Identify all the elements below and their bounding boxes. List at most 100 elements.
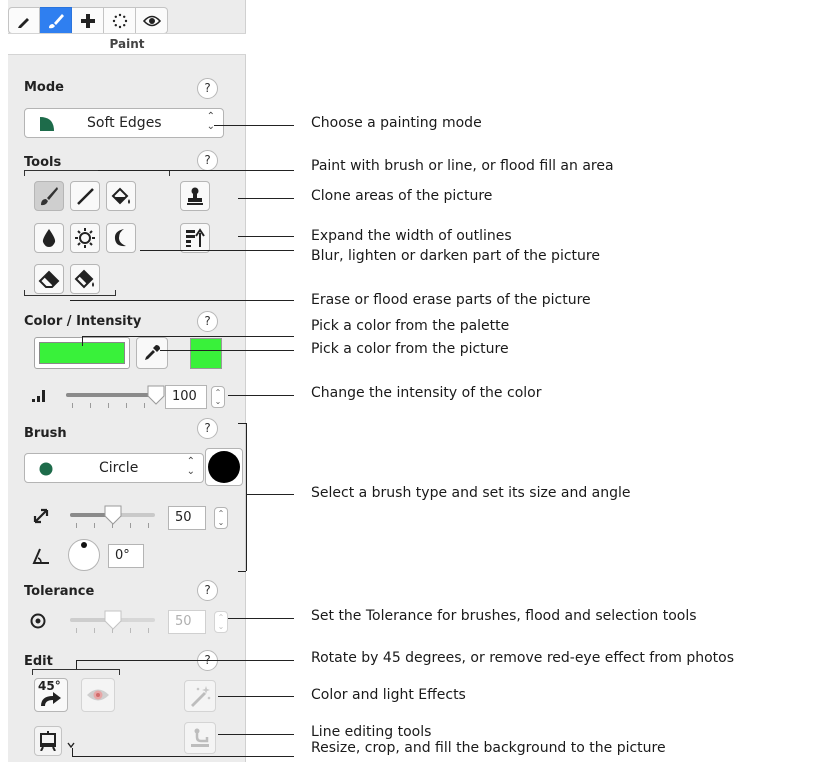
angle-dial-indicator	[81, 542, 87, 548]
callout-line-tolerance	[228, 618, 294, 619]
tools-heading: Tools	[24, 155, 62, 170]
background-tools-button[interactable]	[34, 726, 62, 756]
easel-icon	[40, 731, 56, 751]
brush-bracket-bottom	[238, 571, 246, 572]
expand-outline-button[interactable]	[180, 223, 210, 253]
paint-brush-icon	[41, 187, 58, 206]
paint-bucket-icon	[111, 187, 130, 205]
tolerance-heading: Tolerance	[24, 584, 95, 599]
brush-size-stepper[interactable]: ⌃ ⌄	[214, 507, 228, 529]
intensity-stepper[interactable]: ⌃ ⌄	[211, 386, 225, 408]
tab-draw[interactable]	[8, 7, 40, 34]
callout-blur: Blur, lighten or darken part of the pict…	[311, 248, 600, 264]
callout-line-brush-tools	[98, 170, 294, 171]
expand-outline-icon	[186, 228, 205, 247]
rotate-45-button[interactable]: 45°	[34, 678, 68, 712]
callout-line-picker	[160, 350, 294, 351]
callout-line-blur	[140, 250, 294, 251]
dropdown-chevron-icon[interactable]	[67, 742, 75, 748]
callout-intensity: Change the intensity of the color	[311, 385, 542, 401]
clone-tool-button[interactable]	[180, 181, 210, 211]
flood-fill-button[interactable]	[106, 181, 136, 211]
eye-icon	[142, 15, 161, 26]
brush-type-value: Circle	[99, 460, 139, 476]
magic-wand-icon	[191, 686, 211, 707]
tab-select[interactable]	[104, 7, 136, 34]
paint-brush-icon	[48, 13, 64, 28]
mode-help-button[interactable]: ?	[197, 78, 218, 99]
tools-help-button[interactable]: ?	[197, 150, 218, 171]
callout-tick-palette	[82, 336, 83, 346]
brush-help-button[interactable]: ?	[197, 418, 218, 439]
callout-line-resize	[72, 756, 294, 757]
color-help-button[interactable]: ?	[197, 311, 218, 332]
tool-tab-bar	[8, 7, 168, 34]
brush-preview[interactable]	[205, 448, 243, 486]
color-heading: Color / Intensity	[24, 314, 142, 329]
select-arrows-icon: ⌃ ⌄	[186, 456, 195, 477]
callout-picker: Pick a color from the picture	[311, 341, 509, 357]
flood-erase-button[interactable]	[70, 264, 100, 294]
plus-icon	[80, 13, 95, 28]
line-editing-button[interactable]	[184, 722, 216, 754]
line-icon	[77, 188, 94, 205]
tolerance-help-button[interactable]: ?	[197, 580, 218, 601]
pencil-icon	[18, 17, 29, 28]
line-tool-button[interactable]	[70, 181, 100, 211]
callout-brush-tools: Paint with brush or line, or flood fill …	[311, 158, 614, 174]
mode-value: Soft Edges	[87, 115, 162, 131]
brush-size-slider-thumb[interactable]	[104, 505, 122, 525]
intensity-slider-thumb[interactable]	[147, 385, 165, 405]
stamp-icon	[187, 187, 203, 205]
line-editing-icon	[191, 728, 209, 747]
soft-edges-icon	[40, 117, 54, 131]
select-arrows-icon: ⌃ ⌄	[206, 111, 215, 132]
red-eye-icon	[87, 689, 109, 701]
callout-line-rotate	[76, 660, 294, 661]
resize-arrow-icon	[33, 508, 49, 524]
lighten-tool-button[interactable]	[70, 223, 100, 253]
color-picker-button[interactable]	[136, 337, 168, 369]
blur-tool-button[interactable]	[34, 223, 64, 253]
brush-bracket-side	[246, 423, 247, 571]
erase-tool-button[interactable]	[34, 264, 64, 294]
brush-heading: Brush	[24, 426, 67, 441]
brush-type-select[interactable]: Circle ⌃ ⌄	[24, 453, 204, 483]
panel-title: Paint	[8, 33, 246, 55]
signal-bars-icon	[32, 390, 45, 402]
mode-heading: Mode	[24, 80, 64, 95]
mode-select[interactable]: Soft Edges ⌃ ⌄	[24, 108, 224, 138]
tab-paint[interactable]	[40, 7, 72, 34]
tolerance-slider-thumb[interactable]	[104, 610, 122, 630]
paint-panel: Paint Mode ? Soft Edges ⌃ ⌄ Tools ? Colo…	[8, 0, 246, 762]
brush-size-input[interactable]: 50	[168, 506, 206, 530]
angle-dial[interactable]	[68, 539, 100, 571]
edit-heading: Edit	[24, 654, 53, 669]
tolerance-input[interactable]: 50	[168, 610, 206, 634]
tab-view[interactable]	[136, 7, 168, 34]
callout-line-expand	[238, 236, 294, 237]
brush-tool-button[interactable]	[34, 181, 64, 211]
intensity-slider-track[interactable]	[66, 393, 156, 397]
callout-line-erase	[70, 300, 294, 301]
eyedropper-icon	[145, 345, 160, 360]
darken-tool-button[interactable]	[106, 223, 136, 253]
callout-line-effects	[218, 696, 294, 697]
callout-tick-rotate	[76, 660, 77, 669]
callout-palette: Pick a color from the palette	[311, 318, 510, 334]
effects-button[interactable]	[184, 680, 216, 712]
tolerance-stepper[interactable]: ⌃ ⌄	[214, 611, 228, 633]
edit-group-bracket	[32, 669, 120, 675]
tab-add[interactable]	[72, 7, 104, 34]
brush-preview-dot	[208, 451, 240, 483]
current-color-swatch	[190, 338, 222, 369]
callout-clone: Clone areas of the picture	[311, 188, 493, 204]
angle-input[interactable]: 0°	[108, 544, 144, 568]
callout-effects: Color and light Effects	[311, 687, 466, 703]
selection-dots-icon	[112, 13, 127, 28]
callout-expand: Expand the width of outlines	[311, 228, 512, 244]
callout-tick-resize	[72, 748, 73, 756]
red-eye-button[interactable]	[81, 678, 115, 712]
intensity-input[interactable]: 100	[165, 385, 207, 409]
callout-line-clone	[238, 198, 294, 199]
